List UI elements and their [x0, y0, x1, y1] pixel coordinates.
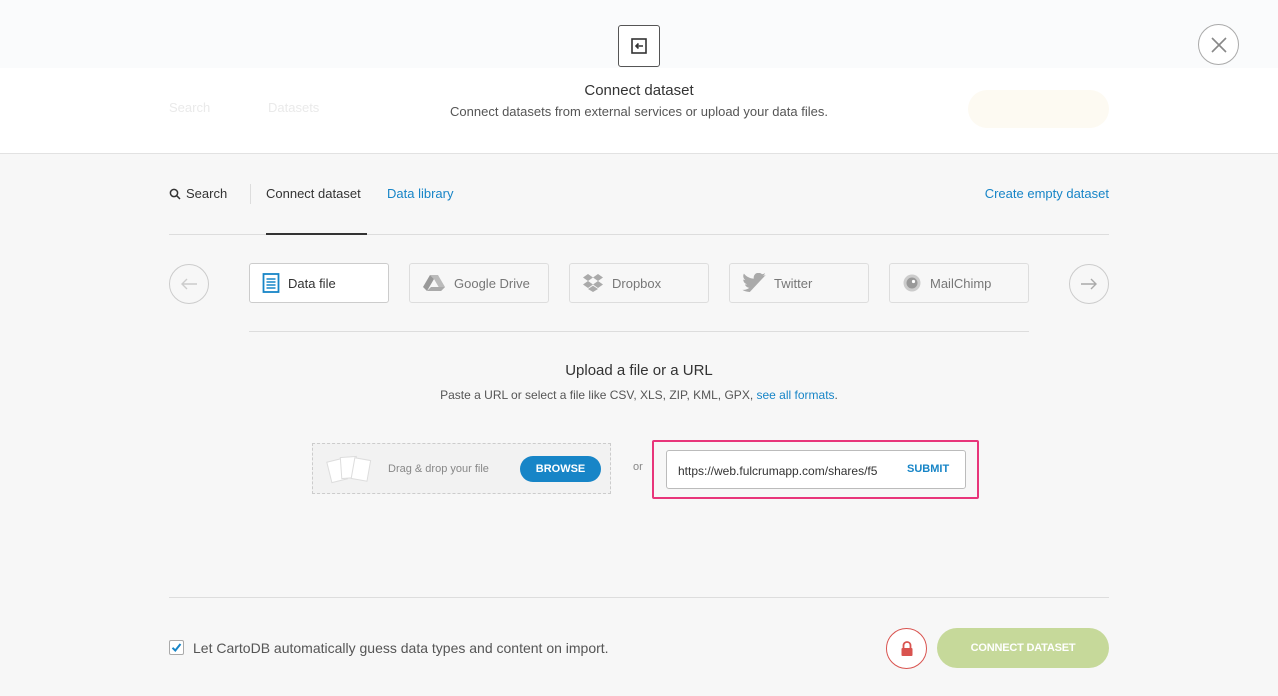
- footer-divider: [169, 597, 1109, 598]
- service-google-drive[interactable]: Google Drive: [409, 263, 549, 303]
- service-label: Data file: [288, 275, 336, 291]
- tab-nav: Search Connect dataset Data library Crea…: [169, 176, 1109, 235]
- create-empty-dataset-link[interactable]: Create empty dataset: [985, 186, 1109, 201]
- service-twitter[interactable]: Twitter: [729, 263, 869, 303]
- google-drive-icon: [423, 275, 445, 291]
- arrow-right-icon: [1081, 278, 1097, 290]
- upload-desc-text: Paste a URL or select a file like CSV, X…: [440, 388, 754, 402]
- services-divider: [249, 331, 1029, 332]
- files-icon: [326, 455, 372, 484]
- tab-data-library[interactable]: Data library: [387, 186, 453, 201]
- mailchimp-icon: [903, 274, 921, 292]
- upload-title: Upload a file or a URL: [565, 362, 713, 379]
- prev-services-button[interactable]: [169, 264, 209, 304]
- next-services-button[interactable]: [1069, 264, 1109, 304]
- file-dropzone[interactable]: Drag & drop your file BROWSE: [312, 443, 611, 494]
- tab-search[interactable]: Search: [169, 186, 227, 201]
- browse-button[interactable]: BROWSE: [520, 456, 601, 482]
- search-icon: [169, 188, 181, 200]
- drop-text: Drag & drop your file: [388, 463, 489, 475]
- arrow-left-icon: [181, 278, 197, 290]
- upload-desc-suffix: .: [834, 388, 838, 402]
- nav-divider: [250, 184, 251, 204]
- lock-icon: [901, 640, 912, 656]
- see-all-formats-link[interactable]: see all formats: [757, 388, 835, 402]
- modal-title: Connect dataset: [584, 82, 694, 99]
- active-tab-underline: [266, 233, 367, 235]
- url-input[interactable]: [678, 462, 896, 479]
- guess-types-checkbox[interactable]: [169, 640, 184, 655]
- service-label: Dropbox: [612, 275, 662, 291]
- tab-search-label: Search: [186, 186, 228, 201]
- privacy-lock-button[interactable]: [886, 628, 927, 669]
- dropbox-icon: [583, 274, 603, 292]
- connect-dataset-icon: [618, 25, 660, 67]
- service-label: MailChimp: [930, 275, 992, 291]
- document-icon: [262, 273, 280, 293]
- url-field: SUBMIT: [666, 450, 966, 489]
- service-mailchimp[interactable]: MailChimp: [889, 263, 1029, 303]
- service-label: Twitter: [774, 275, 813, 291]
- twitter-icon: [742, 273, 766, 292]
- modal-subtitle: Connect datasets from external services …: [450, 104, 828, 119]
- tab-connect-dataset[interactable]: Connect dataset: [266, 186, 361, 201]
- or-separator: or: [633, 461, 643, 473]
- submit-button[interactable]: SUBMIT: [907, 463, 949, 475]
- service-label: Google Drive: [454, 275, 530, 291]
- modal-header: Search Datasets Connect dataset Connect …: [0, 0, 1278, 154]
- checkmark-icon: [171, 643, 182, 652]
- upload-description: Paste a URL or select a file like CSV, X…: [0, 388, 1278, 402]
- service-dropbox[interactable]: Dropbox: [569, 263, 709, 303]
- service-data-file[interactable]: Data file: [249, 263, 389, 303]
- close-button[interactable]: [1198, 24, 1239, 65]
- connect-dataset-button[interactable]: CONNECT DATASET: [937, 628, 1109, 668]
- guess-types-label: Let CartoDB automatically guess data typ…: [193, 640, 609, 656]
- close-icon: [1210, 36, 1227, 53]
